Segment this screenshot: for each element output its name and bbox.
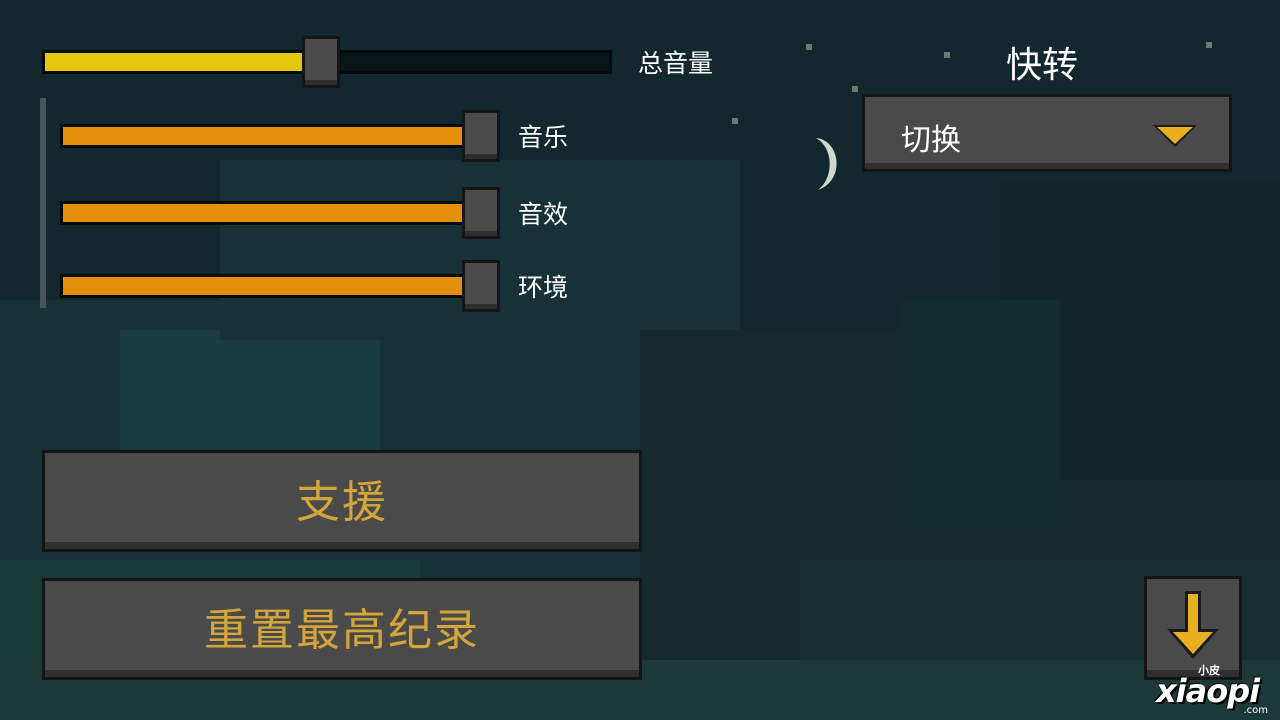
slider-handle[interactable] [302,36,340,88]
support-button[interactable]: 支援 [42,450,642,552]
quick-turn-dropdown[interactable]: 切换 [862,94,1232,172]
crescent-moon-icon [816,138,837,190]
slider-handle[interactable] [462,260,500,312]
music-volume-label: 音乐 [518,123,569,152]
dropdown-selected-value: 切换 [901,123,961,158]
master-volume-slider[interactable] [42,36,612,88]
quick-turn-title: 快转 [1006,45,1079,86]
arrow-down-icon [1167,591,1219,659]
ambient-volume-label: 环境 [518,273,569,302]
music-volume-slider[interactable] [60,110,500,162]
slider-fill [63,277,467,295]
reset-highscore-button[interactable]: 重置最高纪录 [42,578,642,680]
master-volume-label: 总音量 [638,49,714,78]
triangle-down-icon [1153,125,1197,147]
slider-fill [63,204,467,222]
sfx-volume-label: 音效 [518,200,569,229]
slider-fill [45,53,321,71]
ambient-volume-slider[interactable] [60,260,500,312]
support-button-label: 支援 [296,477,388,528]
slider-handle[interactable] [462,187,500,239]
watermark-domain: .com [1243,705,1268,716]
watermark-logo: 小皮 xiaopi .com [1150,662,1270,716]
sub-volume-group-bar [40,98,46,308]
reset-highscore-button-label: 重置最高纪录 [204,605,480,656]
slider-fill [63,127,467,145]
sfx-volume-slider[interactable] [60,187,500,239]
slider-handle[interactable] [462,110,500,162]
